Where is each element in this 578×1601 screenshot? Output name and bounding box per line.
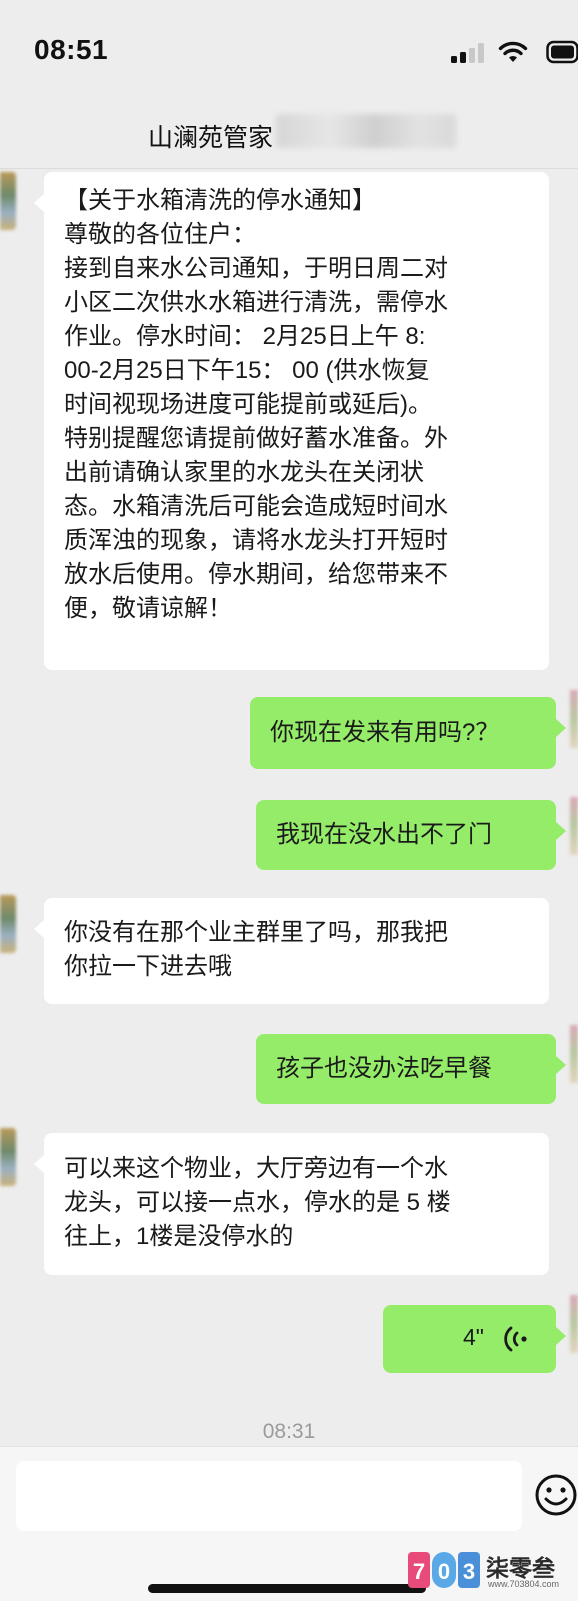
battery-icon <box>546 40 578 64</box>
message-text-line: 作业。停水时间： 2月25日上午 8: <box>64 323 426 350</box>
self-avatar[interactable] <box>570 797 578 855</box>
message-text: 我现在没水出不了门 <box>276 821 492 848</box>
chat-header: 山澜苑管家 <box>0 100 578 169</box>
watermark-text: 柒零叁 <box>486 1555 555 1581</box>
outgoing-message-bubble[interactable]: 孩子也没办法吃早餐 <box>256 1034 566 1104</box>
svg-text:7: 7 <box>413 1559 425 1584</box>
status-time: 08:51 <box>34 34 109 65</box>
chat-title[interactable]: 山澜苑管家 <box>148 118 273 154</box>
message-text: 孩子也没办法吃早餐 <box>276 1055 492 1082</box>
message-text-line: 放水后使用。停水期间，给您带来不 <box>64 561 448 588</box>
cellular-signal-icon <box>451 43 484 63</box>
outgoing-message-bubble[interactable]: 你现在发来有用吗?？ <box>250 697 566 769</box>
message-text-line: 00-2月25日下午15： 00 (供水恢复 <box>64 357 430 384</box>
redacted-name-blur <box>276 114 456 148</box>
message-text-line: 质浑浊的现象，请将水龙头打开短时 <box>64 527 448 554</box>
status-bar: 08:51 <box>0 0 578 100</box>
contact-avatar[interactable] <box>0 172 16 230</box>
message-text-line: 【关于水箱清洗的停水通知】 <box>64 187 376 214</box>
self-avatar[interactable] <box>570 1025 578 1083</box>
message-text-line: 往上，1楼是没停水的 <box>64 1223 294 1250</box>
incoming-message-bubble[interactable]: 可以来这个物业，大厅旁边有一个水 龙头，可以接一点水，停水的是 5 楼 往上，1… <box>34 1133 549 1275</box>
site-watermark: 7 0 3 柒零叁 www.703804.com <box>406 1548 578 1592</box>
self-avatar[interactable] <box>570 690 578 748</box>
message-text-line: 接到自来水公司通知，于明日周二对 <box>64 255 448 282</box>
message-text-line: 特别提醒您请提前做好蓄水准备。外 <box>64 425 448 452</box>
svg-text:3: 3 <box>463 1559 475 1584</box>
message-text-line: 尊敬的各位住户： <box>64 221 256 248</box>
contact-avatar[interactable] <box>0 895 16 953</box>
message-text-line: 出前请确认家里的水龙头在关闭状 <box>64 459 424 486</box>
message-text-line: 小区二次供水水箱进行清洗，需停水 <box>64 289 448 316</box>
message-text-line: 你没有在那个业主群里了吗，那我把 <box>64 919 448 946</box>
contact-avatar[interactable] <box>0 1128 16 1186</box>
outgoing-message-bubble[interactable]: 我现在没水出不了门 <box>256 800 566 870</box>
message-text-line: 时间视现场进度可能提前或延后)。 <box>64 391 432 418</box>
message-text-line: 龙头，可以接一点水，停水的是 5 楼 <box>64 1189 451 1216</box>
message-text-line: 可以来这个物业，大厅旁边有一个水 <box>64 1155 448 1182</box>
home-indicator <box>148 1584 426 1593</box>
message-input[interactable] <box>16 1461 522 1531</box>
incoming-message-bubble[interactable]: 【关于水箱清洗的停水通知】 尊敬的各位住户： 接到自来水公司通知，于明日周二对 … <box>34 172 549 670</box>
message-text: 你现在发来有用吗?？ <box>270 719 500 746</box>
incoming-message-bubble[interactable]: 你没有在那个业主群里了吗，那我把 你拉一下进去哦 <box>34 898 549 1004</box>
voice-duration: 4" <box>463 1324 484 1350</box>
wifi-icon <box>498 41 528 62</box>
watermark-logo-icon: 7 0 3 <box>408 1552 480 1588</box>
watermark-url: www.703804.com <box>488 1579 560 1589</box>
message-text-line: 你拉一下进去哦 <box>64 953 232 980</box>
message-text-line: 便，敬请谅解！ <box>64 595 232 622</box>
message-timestamp: 08:31 <box>262 1420 316 1443</box>
emoji-icon[interactable] <box>534 1471 578 1519</box>
voice-wave-icon <box>504 1326 527 1352</box>
message-text-line: 态。水箱清洗后可能会造成短时间水 <box>64 493 448 520</box>
svg-text:0: 0 <box>438 1559 450 1584</box>
self-avatar[interactable] <box>570 1295 578 1353</box>
